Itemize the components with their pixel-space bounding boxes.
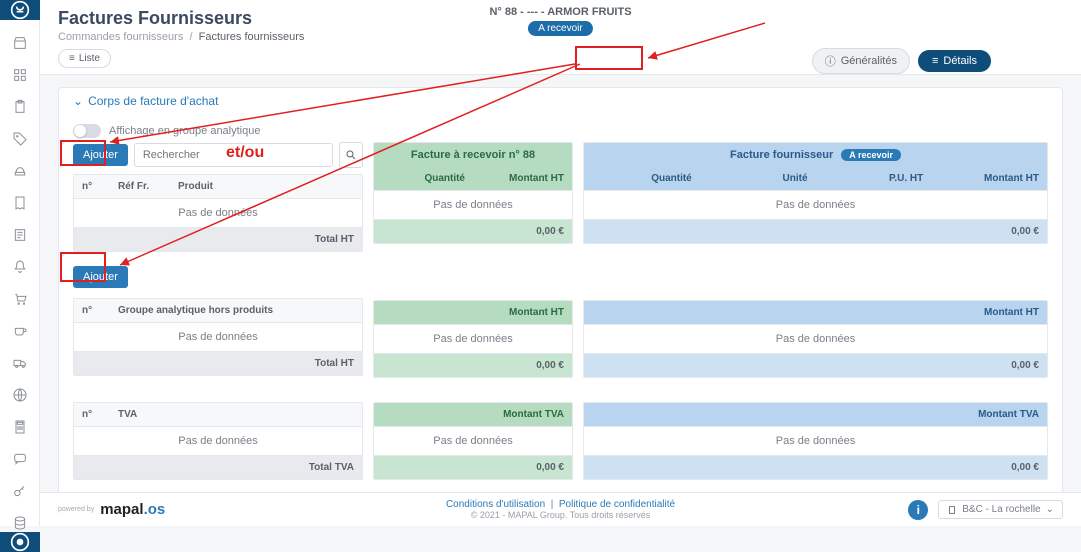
- col-quantite: Quantité: [374, 167, 473, 190]
- brand-logo-top[interactable]: [0, 0, 40, 20]
- total-value: 0,00 €: [374, 220, 572, 243]
- brand-name: mapal.os: [100, 501, 165, 518]
- nav-key-icon[interactable]: [11, 482, 29, 500]
- powered-by-label: powered by: [58, 506, 94, 513]
- empty-row: Pas de données: [374, 427, 572, 455]
- nav-db-icon[interactable]: [11, 514, 29, 532]
- col-groupe: Groupe analytique hors produits: [110, 299, 362, 322]
- col-produit: Produit: [170, 175, 362, 198]
- nav-clipboard-icon[interactable]: [11, 98, 29, 116]
- col-n: n°: [74, 175, 110, 198]
- content-area: ⌄ Corps de facture d'achat Affichage en …: [40, 75, 1081, 492]
- toggle-label: Affichage en groupe analytique: [109, 125, 260, 137]
- empty-row: Pas de données: [74, 427, 362, 455]
- nav-receipt-icon[interactable]: [11, 194, 29, 212]
- list-icon: ≡: [932, 55, 938, 67]
- nav-tag-icon[interactable]: [11, 130, 29, 148]
- page-header: Factures Fournisseurs Commandes fourniss…: [40, 0, 1081, 75]
- col-tva: TVA: [110, 403, 362, 426]
- nav-bell-icon[interactable]: [11, 258, 29, 276]
- total-value: 0,00 €: [374, 354, 572, 377]
- liste-chip[interactable]: ≡ Liste: [58, 49, 111, 68]
- total-value: 0,00 €: [584, 354, 1047, 377]
- nav-chat-icon[interactable]: [11, 450, 29, 468]
- add-group-button[interactable]: Ajouter: [73, 266, 128, 288]
- col-montant-ht: Montant HT: [473, 167, 572, 190]
- empty-row: Pas de données: [74, 199, 362, 227]
- status-badge: A recevoir: [528, 21, 592, 36]
- nav-doc-icon[interactable]: [11, 226, 29, 244]
- col-quantite: Quantité: [584, 167, 700, 190]
- col-montant-ht: Montant HT: [931, 167, 1047, 190]
- link-conditions[interactable]: Conditions d'utilisation: [446, 499, 545, 510]
- nav-store-icon[interactable]: [11, 34, 29, 52]
- breadcrumb-current: Factures fournisseurs: [199, 31, 305, 43]
- total-value: 0,00 €: [584, 220, 1047, 243]
- empty-row: Pas de données: [374, 325, 572, 353]
- facture-fournisseur-caption: Facture fournisseur A recevoir: [584, 143, 1047, 167]
- col-montant-ht: Montant HT: [374, 301, 572, 324]
- info-icon: ⓘ: [825, 53, 836, 69]
- section-corps-header[interactable]: ⌄ Corps de facture d'achat: [59, 88, 1062, 114]
- empty-row: Pas de données: [584, 191, 1047, 219]
- empty-row: Pas de données: [74, 323, 362, 351]
- sidebar: [0, 0, 40, 526]
- tab-details[interactable]: ≡ Détails: [918, 50, 991, 72]
- tab-general[interactable]: ⓘ Généralités: [812, 48, 910, 74]
- nav-grid-icon[interactable]: [11, 66, 29, 84]
- empty-row: Pas de données: [584, 427, 1047, 455]
- nav-truck-icon[interactable]: [11, 354, 29, 372]
- badge-a-recevoir: A recevoir: [841, 149, 901, 161]
- total-ht-label: Total HT: [74, 228, 362, 251]
- location-select[interactable]: B&C - La rochelle ⌄: [938, 500, 1063, 519]
- col-montant-ht: Montant HT: [584, 301, 1047, 324]
- nav-cup-icon[interactable]: [11, 322, 29, 340]
- add-product-button[interactable]: Ajouter: [73, 144, 128, 166]
- link-privacy[interactable]: Politique de confidentialité: [559, 499, 675, 510]
- info-button[interactable]: i: [908, 500, 928, 520]
- building-icon: [947, 505, 957, 515]
- supplier-label: N° 88 - --- - ARMOR FRUITS: [489, 6, 631, 18]
- nav-cart-icon[interactable]: [11, 290, 29, 308]
- col-ref: Réf Fr.: [110, 175, 170, 198]
- col-unite: Unité: [700, 167, 816, 190]
- total-value: 0,00 €: [584, 456, 1047, 479]
- chevron-down-icon: ⌄: [1046, 504, 1054, 515]
- nav-hat-icon[interactable]: [11, 162, 29, 180]
- search-button[interactable]: [339, 142, 363, 168]
- total-tva-label: Total TVA: [74, 456, 362, 479]
- col-montant-tva: Montant TVA: [374, 403, 572, 426]
- footer: powered by mapal.os Conditions d'utilisa…: [40, 492, 1081, 526]
- breadcrumb-parent[interactable]: Commandes fournisseurs: [58, 31, 183, 43]
- brand-logo-bottom[interactable]: [0, 532, 40, 552]
- nav-calculator-icon[interactable]: [11, 418, 29, 436]
- col-n: n°: [74, 403, 110, 426]
- nav-globe-icon[interactable]: [11, 386, 29, 404]
- empty-row: Pas de données: [374, 191, 572, 219]
- toggle-groupe-analytique[interactable]: [73, 124, 101, 138]
- search-input[interactable]: [135, 144, 332, 166]
- total-ht-label: Total HT: [74, 352, 362, 375]
- col-n: n°: [74, 299, 110, 322]
- col-montant-tva: Montant TVA: [584, 403, 1047, 426]
- facture-recevoir-caption: Facture à recevoir n° 88: [374, 143, 572, 167]
- empty-row: Pas de données: [584, 325, 1047, 353]
- copyright: © 2021 - MAPAL Group. Tous droits réserv…: [446, 510, 675, 520]
- list-icon: ≡: [69, 53, 75, 64]
- total-value: 0,00 €: [374, 456, 572, 479]
- chevron-down-icon: ⌄: [73, 94, 83, 108]
- col-pu-ht: P.U. HT: [816, 167, 932, 190]
